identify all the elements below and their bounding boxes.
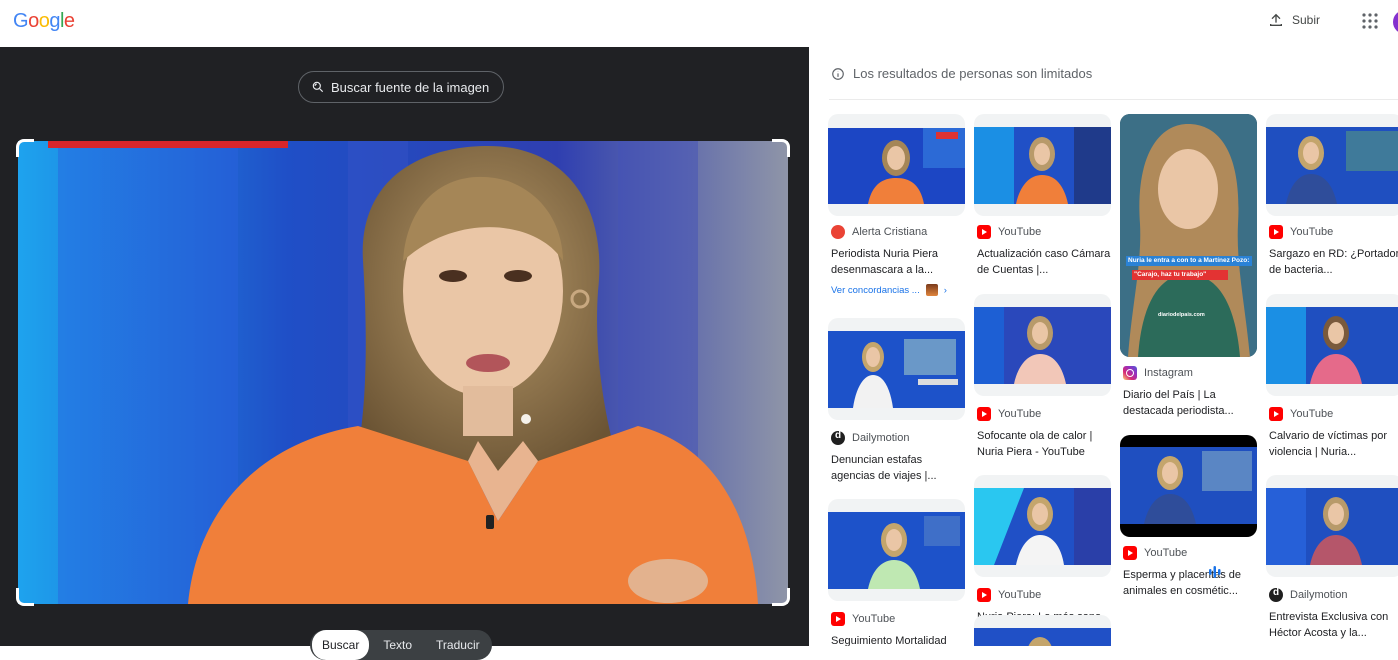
mode-search-tab[interactable]: Buscar (312, 630, 370, 660)
result-thumbnail[interactable] (828, 499, 965, 601)
youtube-icon (831, 612, 845, 626)
crop-handle-top-left[interactable] (16, 139, 34, 157)
instagram-icon (1123, 366, 1137, 380)
thumbnail-image (828, 128, 965, 204)
thumbnail-image (1266, 488, 1398, 565)
result-thumbnail[interactable] (974, 114, 1111, 216)
result-title[interactable]: Denuncian estafas agencias de viajes |..… (831, 452, 965, 484)
result-thumbnail[interactable] (1266, 475, 1398, 577)
result-thumbnail[interactable] (828, 114, 965, 216)
crop-handle-bottom-right[interactable] (772, 588, 790, 606)
result-thumbnail[interactable] (1266, 114, 1398, 216)
news-anchor-image (18, 141, 788, 604)
youtube-icon (977, 588, 991, 602)
thumbnail-image (1120, 447, 1257, 524)
upload-icon (1270, 13, 1282, 26)
crop-handle-top-right[interactable] (772, 139, 790, 157)
result-source: YouTube (977, 407, 1041, 421)
thumbnail-image (828, 512, 965, 589)
dailymotion-icon (831, 430, 845, 445)
result-source: YouTube (1269, 225, 1333, 239)
result-source: YouTube (1269, 407, 1333, 421)
result-title[interactable]: Sofocante ola de calor | Nuria Piera - Y… (977, 428, 1111, 460)
find-image-source-button[interactable]: Buscar fuente de la imagen (298, 71, 505, 103)
chevron-right-icon: › (943, 284, 947, 296)
match-thumbnail-icon (925, 284, 938, 296)
top-bar: Google Subir (0, 0, 1398, 47)
google-logo[interactable]: Google (13, 10, 75, 33)
result-source: Alerta Cristiana (831, 225, 927, 239)
result-source: YouTube (831, 612, 895, 626)
query-image[interactable] (18, 141, 788, 604)
mode-translate-tab[interactable]: Traducir (426, 630, 490, 660)
alerta-cristiana-icon (831, 225, 845, 239)
result-title[interactable]: Diario del País | La destacada periodist… (1123, 387, 1257, 419)
result-title[interactable]: Actualización caso Cámara de Cuentas |..… (977, 246, 1111, 278)
thumbnail-image (1266, 307, 1398, 384)
thumbnail-image (974, 127, 1111, 204)
mode-switcher: Buscar Texto Traducir (310, 630, 492, 660)
thumbnail-image (1120, 114, 1257, 357)
result-thumbnail[interactable] (1266, 294, 1398, 396)
result-source: YouTube (977, 225, 1041, 239)
info-icon (832, 67, 844, 80)
youtube-icon (1123, 546, 1137, 560)
youtube-icon (977, 225, 991, 239)
thumbnail-caption-line2: "Carajo, haz tu trabajo" (1134, 271, 1207, 278)
notice-text: Los resultados de personas son limitados (853, 66, 1093, 81)
result-title[interactable]: Periodista Nuria Piera desenmascara a la… (831, 246, 965, 278)
youtube-icon (1269, 225, 1283, 239)
audio-wave-icon[interactable] (1208, 565, 1222, 579)
youtube-icon (1269, 407, 1283, 421)
result-thumbnail[interactable] (1120, 435, 1257, 537)
upload-label: Subir (1292, 13, 1321, 27)
divider (829, 99, 1398, 100)
find-image-source-label: Buscar fuente de la imagen (331, 79, 490, 95)
youtube-icon (977, 407, 991, 421)
result-title[interactable]: Entrevista Exclusiva con Héctor Acosta y… (1269, 609, 1398, 641)
result-title[interactable]: Esperma y placentas de animales en cosmé… (1123, 567, 1257, 599)
result-title[interactable]: Sargazo en RD: ¿Portador de bacteria... (1269, 246, 1398, 278)
result-source: YouTube (1123, 546, 1187, 560)
upload-button[interactable]: Subir (1268, 12, 1320, 28)
mode-text-tab[interactable]: Texto (373, 630, 422, 660)
thumbnail-image (974, 628, 1111, 646)
thumbnail-caption-line1: Nuria le entra a con to a Martínez Pozo: (1128, 257, 1250, 264)
apps-grid-icon[interactable] (1361, 12, 1379, 30)
thumbnail-image (974, 307, 1111, 384)
result-thumbnail[interactable] (828, 318, 965, 420)
crop-handle-bottom-left[interactable] (16, 588, 34, 606)
thumbnail-image (974, 488, 1111, 565)
result-thumbnail[interactable] (974, 294, 1111, 396)
result-thumbnail[interactable]: Nuria le entra a con to a Martínez Pozo:… (1120, 114, 1257, 357)
result-source: Instagram (1123, 366, 1193, 380)
dailymotion-icon (1269, 587, 1283, 602)
thumbnail-watermark: diariodelpais.com (1158, 312, 1205, 318)
result-title[interactable]: Seguimiento Mortalidad (831, 633, 965, 646)
result-thumbnail[interactable] (974, 475, 1111, 577)
image-viewer-panel: Buscar fuente de la imagen Buscar Texto … (0, 47, 809, 660)
lens-search-icon (312, 81, 324, 93)
thumbnail-image (828, 331, 965, 408)
see-matches-link[interactable]: Ver concordancias ... › (831, 284, 947, 296)
thumbnail-image (1266, 127, 1398, 204)
result-source: Dailymotion (1269, 587, 1347, 602)
result-title[interactable]: Calvario de víctimas por violencia | Nur… (1269, 428, 1398, 460)
people-results-notice: Los resultados de personas son limitados (831, 66, 1092, 81)
account-avatar[interactable] (1393, 10, 1398, 34)
result-source: YouTube (977, 588, 1041, 602)
results-panel: Los resultados de personas son limitados… (809, 47, 1398, 646)
result-thumbnail[interactable] (974, 615, 1111, 646)
result-source: Dailymotion (831, 430, 909, 445)
